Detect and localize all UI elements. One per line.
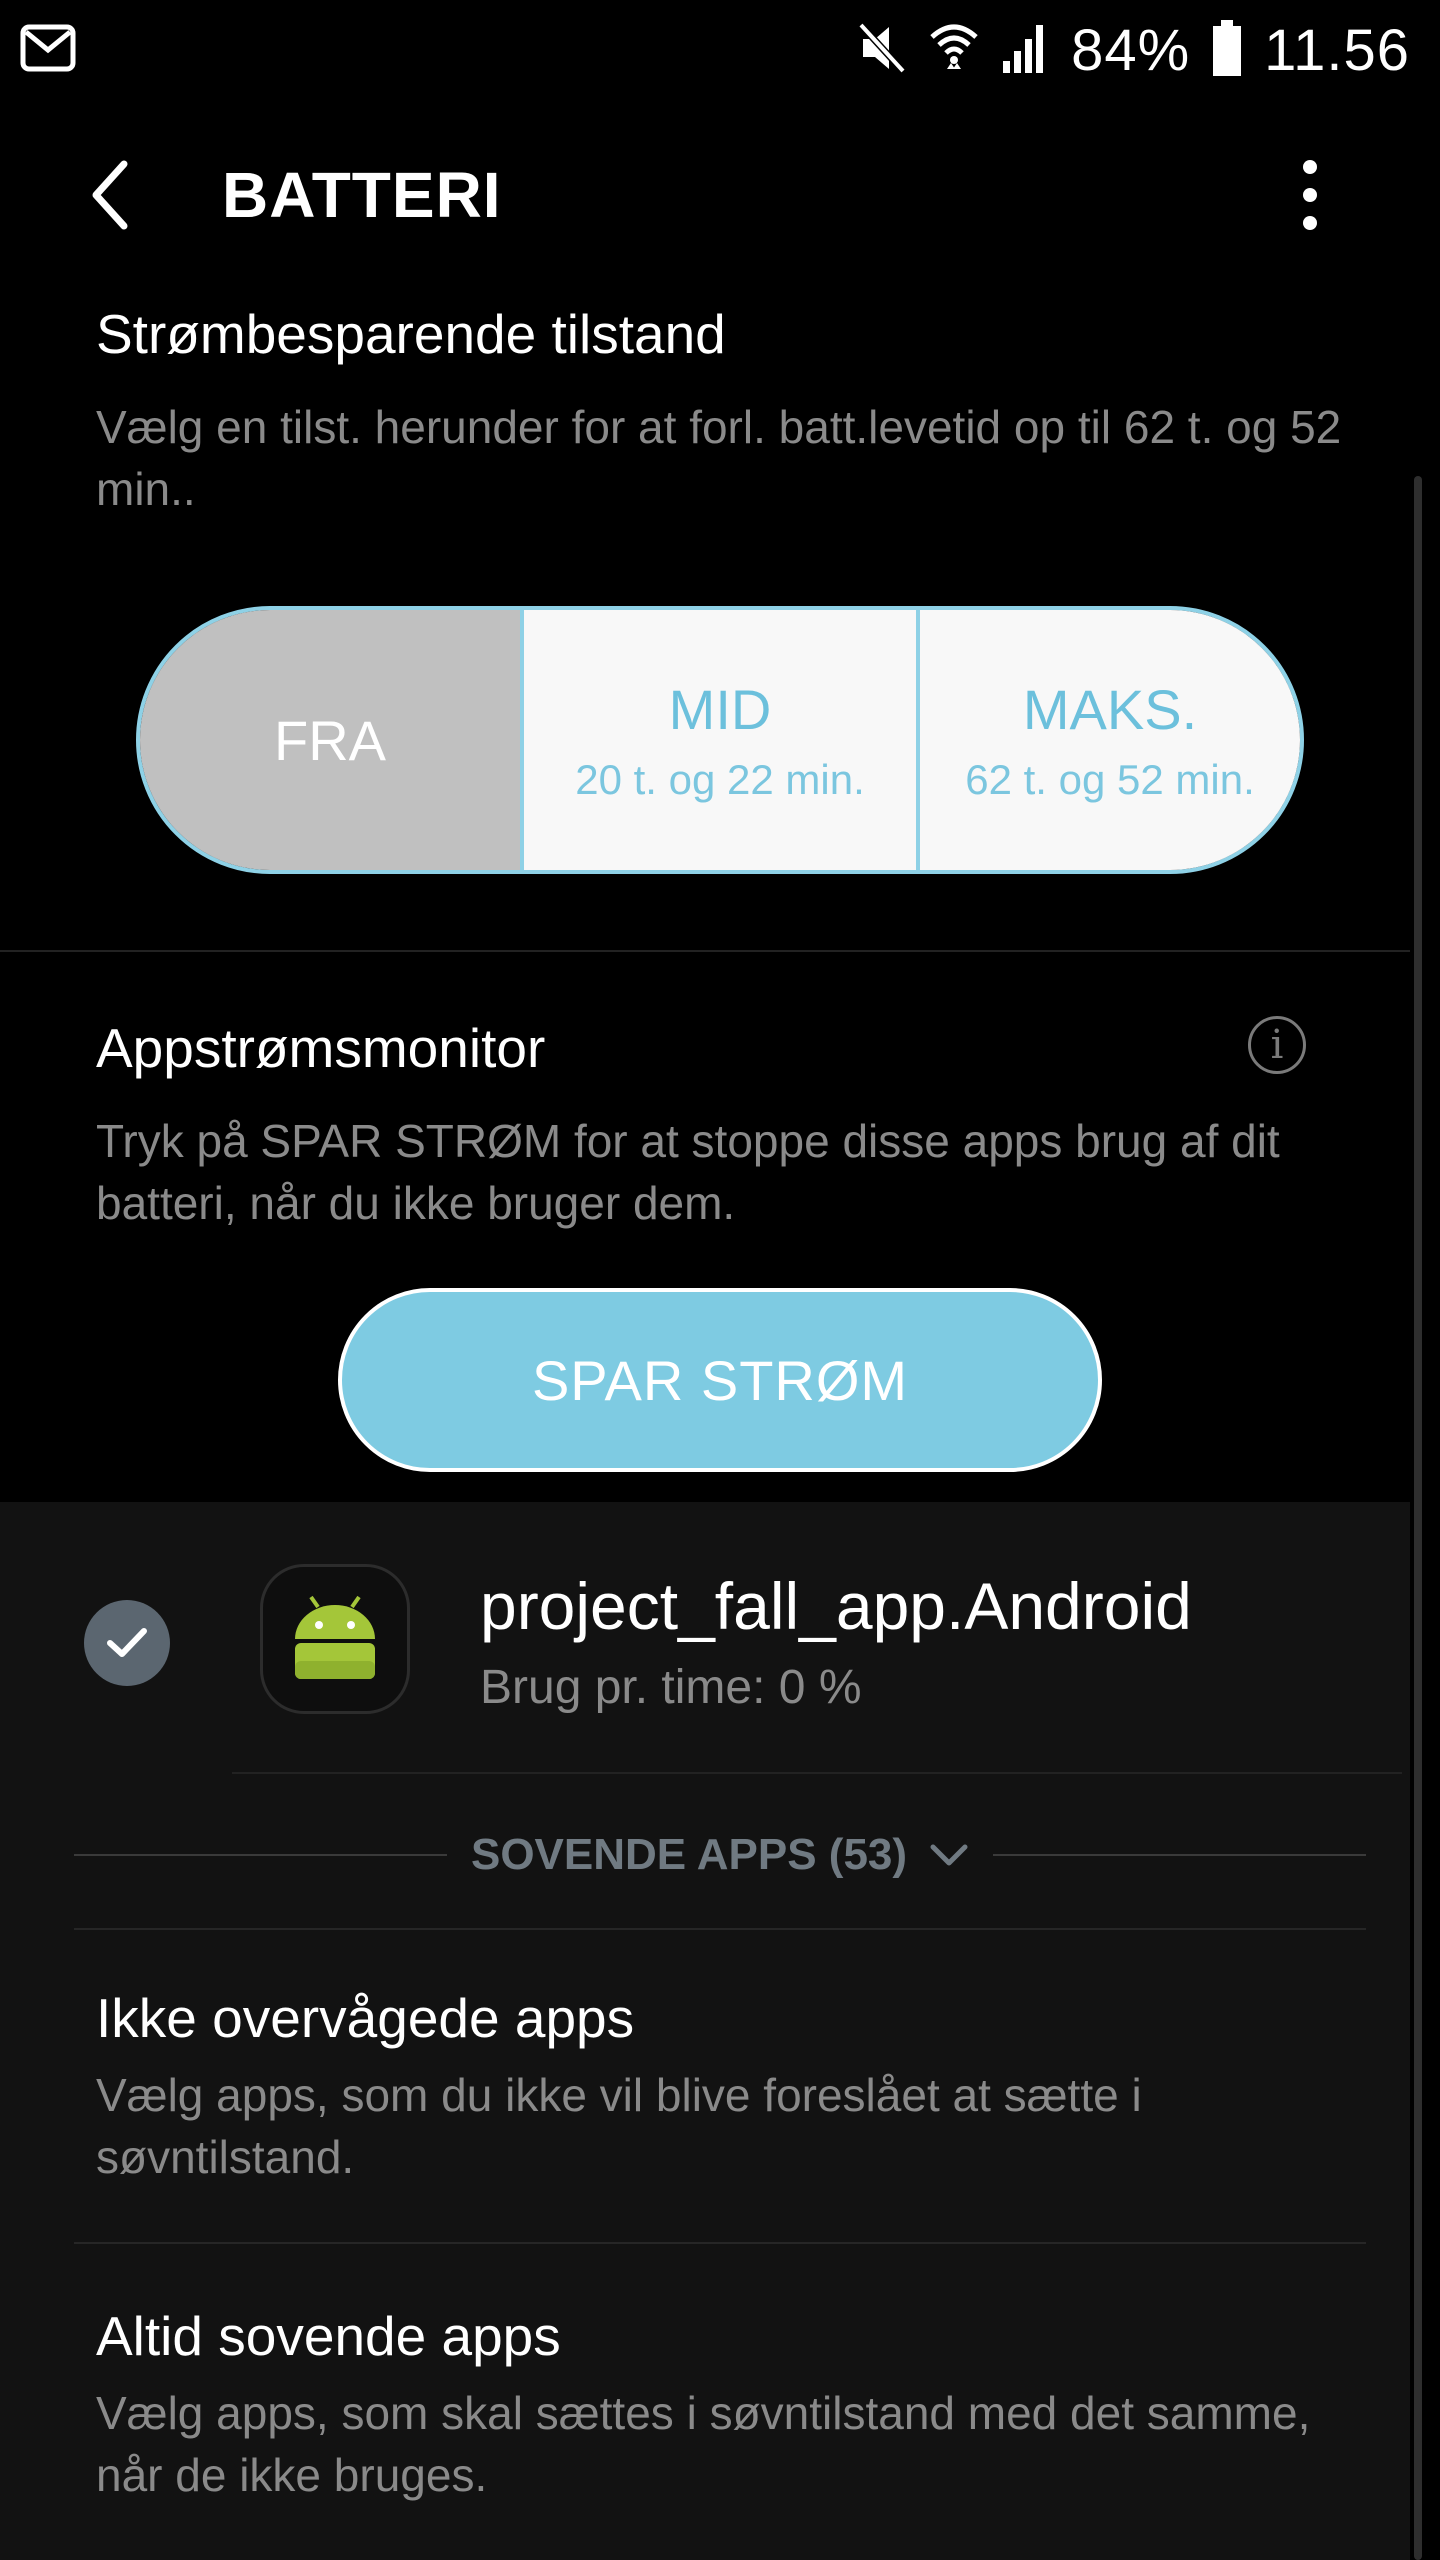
app-name[interactable]: project_fall_app.Android bbox=[480, 1568, 1192, 1644]
sleeping-apps-header: SOVENDE APPS (53) bbox=[471, 1830, 969, 1880]
signal-icon bbox=[1001, 23, 1049, 78]
sleeping-apps-label: SOVENDE APPS (53) bbox=[470, 1830, 908, 1879]
mute-icon bbox=[858, 21, 907, 80]
mail-icon bbox=[20, 24, 76, 77]
app-item-divider bbox=[232, 1772, 1402, 1774]
page-title: BATTERI bbox=[222, 159, 502, 231]
more-vertical-icon bbox=[1303, 160, 1317, 230]
chevron-left-icon bbox=[92, 160, 128, 230]
save-power-button[interactable]: SPAR STRØM bbox=[338, 1288, 1102, 1472]
scrollbar[interactable] bbox=[1414, 476, 1422, 2560]
wifi-icon bbox=[929, 21, 979, 80]
chevron-down-icon bbox=[930, 1844, 968, 1866]
sleeping-apps-line-right bbox=[993, 1854, 1367, 1856]
back-button[interactable] bbox=[70, 150, 150, 240]
unmonitored-apps-title: Ikke overvågede apps bbox=[96, 1987, 635, 2049]
unmonitored-apps-description: Vælg apps, som du ikke vil blive foreslå… bbox=[96, 2069, 1142, 2183]
mode-mid-duration: 20 t. og 22 min. bbox=[575, 755, 865, 803]
power-saving-description: Vælg en tilst. herunder for at forl. bat… bbox=[96, 401, 1342, 515]
android-app-icon bbox=[260, 1564, 410, 1714]
info-icon[interactable]: i bbox=[1248, 1016, 1306, 1074]
app-select-checkbox[interactable] bbox=[84, 1600, 170, 1686]
mode-off-option[interactable]: FRA bbox=[140, 610, 524, 870]
mode-mid-label: MID bbox=[668, 677, 772, 741]
power-mode-selector: FRA MID 20 t. og 22 min. MAKS. 62 t. og … bbox=[136, 606, 1304, 874]
always-sleeping-apps-item[interactable]: Altid sovende apps Vælg apps, som skal s… bbox=[96, 2304, 1376, 2524]
check-icon bbox=[107, 1628, 147, 1657]
battery-icon bbox=[1212, 19, 1242, 81]
sleeping-apps-line-left bbox=[74, 1854, 447, 1856]
always-sleeping-apps-description: Vælg apps, som skal sættes i søvntilstan… bbox=[96, 2387, 1311, 2501]
settings-divider-top bbox=[74, 1928, 1366, 1930]
app-monitor-heading: Appstrømsmonitor bbox=[96, 1017, 546, 1079]
battery-percent: 84% bbox=[1071, 17, 1191, 83]
section-divider bbox=[0, 950, 1410, 952]
mode-max-label: MAKS. bbox=[1022, 677, 1198, 741]
app-monitor-description: Tryk på SPAR STRØM for at stoppe disse a… bbox=[96, 1115, 1280, 1229]
always-sleeping-apps-title: Altid sovende apps bbox=[96, 2305, 561, 2367]
clock: 11.56 bbox=[1264, 17, 1410, 83]
mode-max-duration: 62 t. og 52 min. bbox=[965, 755, 1255, 803]
sleeping-apps-toggle[interactable]: SOVENDE APPS (53) bbox=[74, 1820, 1367, 1890]
app-usage: Brug pr. time: 0 % bbox=[480, 1661, 862, 1714]
status-bar: 84% 11.56 bbox=[0, 0, 1440, 100]
power-saving-heading: Strømbesparende tilstand bbox=[96, 303, 726, 365]
mode-mid-option[interactable]: MID 20 t. og 22 min. bbox=[524, 610, 920, 870]
unmonitored-apps-item[interactable]: Ikke overvågede apps Vælg apps, som du i… bbox=[96, 1986, 1376, 2206]
more-options-button[interactable] bbox=[1270, 150, 1350, 240]
mode-max-option[interactable]: MAKS. 62 t. og 52 min. bbox=[920, 610, 1300, 870]
settings-divider-middle bbox=[74, 2242, 1366, 2244]
mode-off-label: FRA bbox=[274, 708, 386, 772]
status-icons: 84% 11.56 bbox=[858, 14, 1410, 86]
